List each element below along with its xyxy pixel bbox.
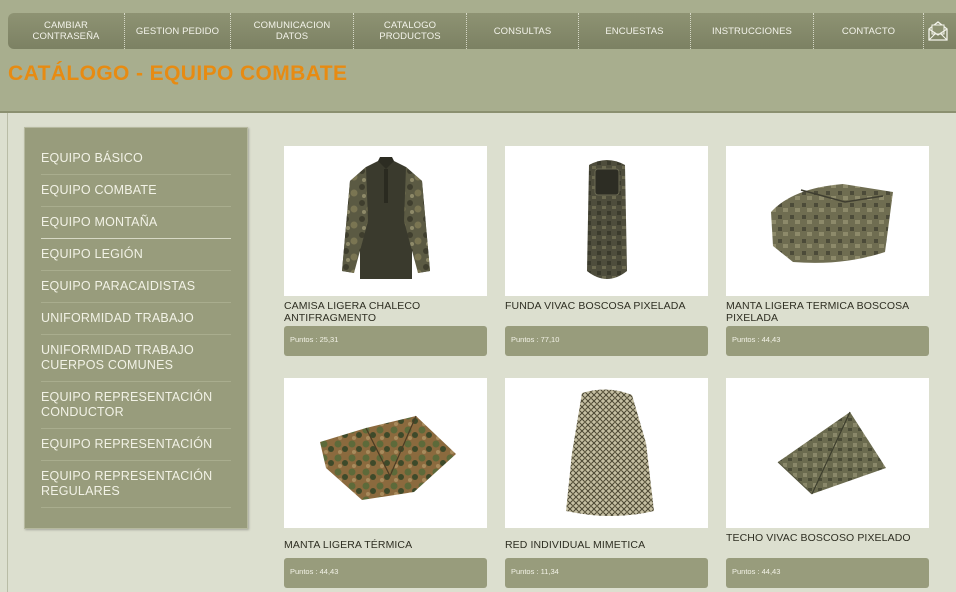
product-points[interactable]: Puntos : 44,43 <box>284 558 487 588</box>
category-sidebar: EQUIPO BÁSICO EQUIPO COMBATE EQUIPO MONT… <box>24 127 248 529</box>
main-nav: CAMBIAR CONTRASEÑA GESTION PEDIDO COMUNIC… <box>8 13 956 49</box>
product-name[interactable]: MANTA LIGERA TERMICA BOSCOSA PIXELADA <box>726 300 929 326</box>
sidebar-item-equipo-combate[interactable]: EQUIPO COMBATE <box>41 175 231 207</box>
nav-item-catalogo-productos[interactable]: CATALOGO PRODUCTOS <box>354 13 467 49</box>
product-image[interactable] <box>505 146 708 296</box>
envelope-icon[interactable] <box>924 13 952 49</box>
nav-item-comunicacion-datos[interactable]: COMUNICACION DATOS <box>231 13 354 49</box>
product-image[interactable] <box>505 378 708 528</box>
divider <box>0 113 8 592</box>
product-points[interactable]: Puntos : 44,43 <box>726 558 929 588</box>
nav-item-encuestas[interactable]: ENCUESTAS <box>579 13 691 49</box>
sidebar-item-equipo-montana[interactable]: EQUIPO MONTAÑA <box>41 207 231 239</box>
product-name[interactable]: CAMISA LIGERA CHALECO ANTIFRAGMENTO <box>284 300 487 326</box>
nav-item-contacto[interactable]: CONTACTO <box>814 13 924 49</box>
sidebar-item-representacion-regulares[interactable]: EQUIPO REPRESENTACIÓN REGULARES <box>41 461 231 508</box>
product-points[interactable]: Puntos : 11,34 <box>505 558 708 588</box>
nav-label: CONTRASEÑA <box>32 31 100 42</box>
product-card: RED INDIVIDUAL MIMETICA Puntos : 11,34 <box>505 378 708 588</box>
product-points[interactable]: Puntos : 44,43 <box>726 326 929 356</box>
sidebar-item-representacion-conductor[interactable]: EQUIPO REPRESENTACIÓN CONDUCTOR <box>41 382 231 429</box>
bivy-bag-icon <box>586 160 627 279</box>
product-card: TECHO VIVAC BOSCOSO PIXELADO Puntos : 44… <box>726 378 929 588</box>
sidebar-item-equipo-legion[interactable]: EQUIPO LEGIÓN <box>41 239 231 271</box>
product-card: FUNDA VIVAC BOSCOSA PIXELADA Puntos : 77… <box>505 146 708 356</box>
shirt-icon <box>341 157 430 279</box>
sidebar-item-uniformidad-cuerpos-comunes[interactable]: UNIFORMIDAD TRABAJO CUERPOS COMUNES <box>41 335 231 382</box>
nav-label: ENCUESTAS <box>605 25 664 37</box>
folded-blanket-icon <box>319 415 456 500</box>
nav-label: DATOS <box>275 31 309 42</box>
nav-label: CONSULTAS <box>493 25 552 37</box>
nav-label: GESTION PEDIDO <box>135 25 220 37</box>
nav-label: CAMBIAR <box>44 20 88 31</box>
product-image[interactable] <box>284 146 487 296</box>
product-image[interactable] <box>726 378 929 528</box>
product-card: CAMISA LIGERA CHALECO ANTIFRAGMENTO Punt… <box>284 146 487 356</box>
sidebar-item-equipo-paracaidistas[interactable]: EQUIPO PARACAIDISTAS <box>41 271 231 303</box>
sidebar-item-equipo-basico[interactable]: EQUIPO BÁSICO <box>41 143 231 175</box>
product-card: MANTA LIGERA TÉRMICA Puntos : 44,43 <box>284 378 487 588</box>
nav-item-consultas[interactable]: CONSULTAS <box>467 13 579 49</box>
camo-net-icon <box>565 389 654 516</box>
product-image[interactable] <box>726 146 929 296</box>
product-name[interactable]: MANTA LIGERA TÉRMICA <box>284 532 487 558</box>
nav-item-cambiar-contrasena[interactable]: CAMBIAR CONTRASEÑA <box>8 13 125 49</box>
product-name[interactable]: RED INDIVIDUAL MIMETICA <box>505 532 708 558</box>
sidebar-item-equipo-representacion[interactable]: EQUIPO REPRESENTACIÓN <box>41 429 231 461</box>
product-card: MANTA LIGERA TERMICA BOSCOSA PIXELADA Pu… <box>726 146 929 356</box>
nav-item-instrucciones[interactable]: INSTRUCCIONES <box>691 13 814 49</box>
blanket-icon <box>770 184 893 263</box>
product-points[interactable]: Puntos : 25,31 <box>284 326 487 356</box>
tarp-shelter-icon <box>777 411 886 495</box>
nav-label: COMUNICACION <box>253 20 331 31</box>
page-title: CATÁLOGO - EQUIPO COMBATE <box>8 62 348 85</box>
product-points[interactable]: Puntos : 77,10 <box>505 326 708 356</box>
nav-label: CONTACTO <box>841 25 896 37</box>
product-name[interactable]: TECHO VIVAC BOSCOSO PIXELADO <box>726 532 929 558</box>
nav-label: INSTRUCCIONES <box>712 25 792 37</box>
nav-label: PRODUCTOS <box>379 31 441 42</box>
product-name[interactable]: FUNDA VIVAC BOSCOSA PIXELADA <box>505 300 708 326</box>
product-image[interactable] <box>284 378 487 528</box>
nav-label: CATALOGO <box>383 20 437 31</box>
sidebar-item-uniformidad-trabajo[interactable]: UNIFORMIDAD TRABAJO <box>41 303 231 335</box>
nav-item-gestion-pedido[interactable]: GESTION PEDIDO <box>125 13 231 49</box>
